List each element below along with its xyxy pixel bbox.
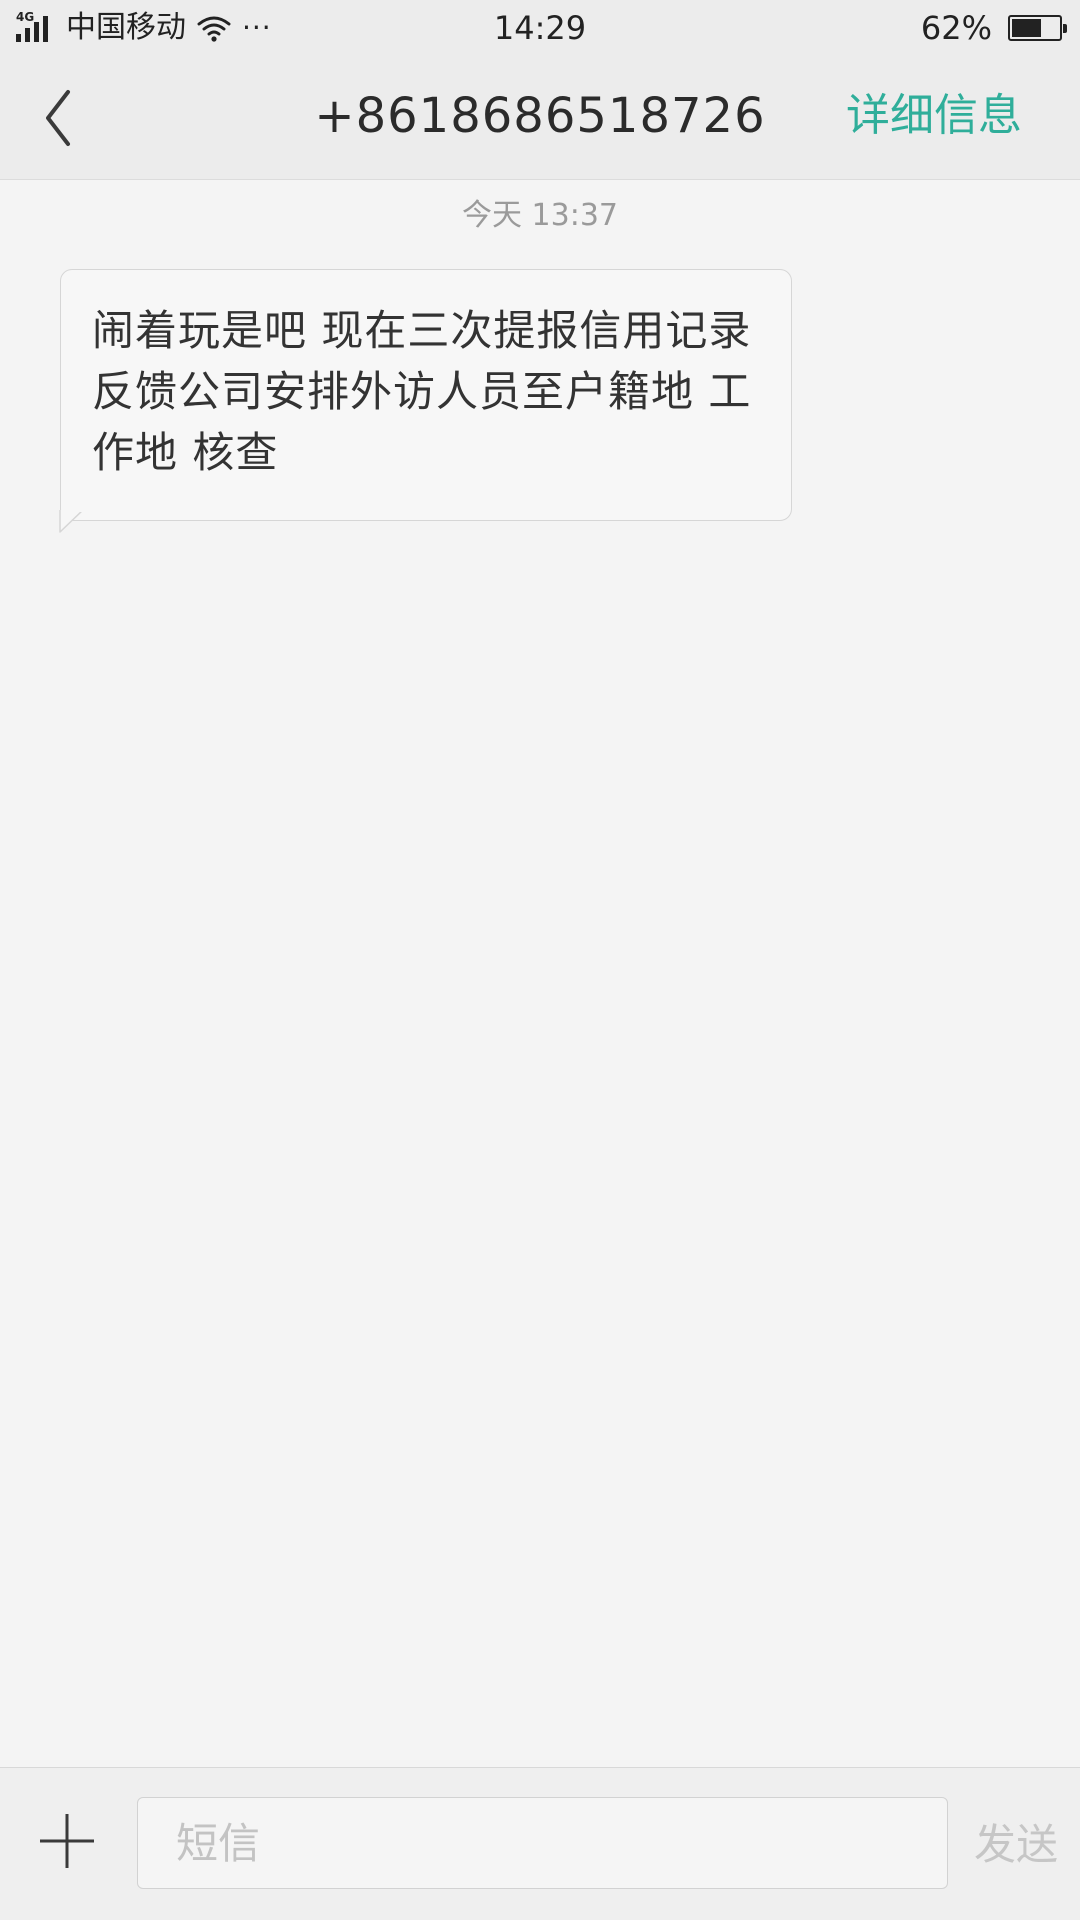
back-button[interactable] — [40, 86, 100, 150]
plus-icon — [40, 1814, 94, 1868]
battery-level — [1012, 19, 1041, 37]
message-input[interactable] — [137, 1797, 948, 1889]
details-button[interactable]: 详细信息 — [846, 86, 1022, 146]
bubble-tail — [59, 510, 88, 533]
message-timestamp: 今天 13:37 — [462, 198, 618, 233]
message-text: 闹着玩是吧 现在三次提报信用记录 反馈公司安排外访人员至户籍地 工作地 核查 — [92, 306, 752, 477]
incoming-message-bubble[interactable]: 闹着玩是吧 现在三次提报信用记录 反馈公司安排外访人员至户籍地 工作地 核查 — [60, 269, 792, 521]
send-button[interactable]: 发送 — [966, 1818, 1066, 1872]
conversation-header: +8618686518726 详细信息 — [0, 56, 1080, 180]
battery-icon — [1008, 15, 1067, 41]
status-bar: 4G 中国移动 ··· 14:29 62% — [0, 0, 1080, 56]
status-time: 14:29 — [493, 9, 587, 47]
status-right: 62% — [920, 8, 1067, 48]
compose-bar: 发送 — [0, 1767, 1080, 1920]
contact-number: +8618686518726 — [314, 88, 766, 144]
add-attachment-button[interactable] — [38, 1812, 96, 1870]
chevron-left-icon — [46, 90, 70, 146]
battery-percent: 62% — [920, 9, 992, 47]
